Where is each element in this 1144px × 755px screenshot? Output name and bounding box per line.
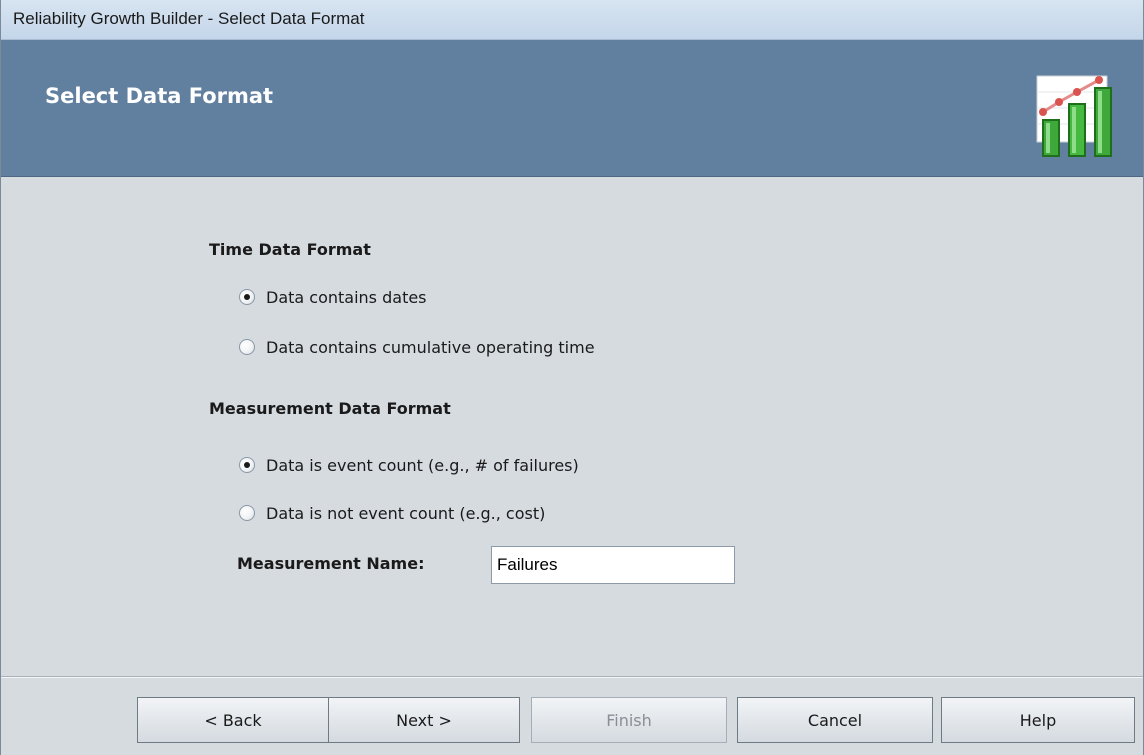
measurement-name-label: Measurement Name: (237, 554, 425, 573)
measurement-name-input[interactable] (491, 546, 735, 584)
help-button[interactable]: Help (941, 697, 1135, 743)
radio-button-checked[interactable] (239, 289, 255, 305)
radio-label: Data contains cumulative operating time (266, 337, 595, 357)
dialog-window: Reliability Growth Builder - Select Data… (0, 0, 1144, 755)
page-title: Select Data Format (45, 84, 274, 108)
radio-event-count[interactable]: Data is event count (e.g., # of failures… (239, 453, 579, 477)
radio-label: Data contains dates (266, 287, 427, 307)
radio-button[interactable] (239, 339, 255, 355)
radio-label: Data is event count (e.g., # of failures… (266, 455, 579, 475)
window-title: Reliability Growth Builder - Select Data… (13, 9, 365, 28)
finish-button[interactable]: Finish (531, 697, 727, 743)
back-button[interactable]: < Back (137, 697, 329, 743)
time-format-heading: Time Data Format (209, 240, 371, 259)
radio-button-checked[interactable] (239, 457, 255, 473)
wizard-header: Select Data Format (1, 40, 1143, 177)
measurement-format-heading: Measurement Data Format (209, 399, 451, 418)
radio-label: Data is not event count (e.g., cost) (266, 503, 546, 523)
title-bar[interactable]: Reliability Growth Builder - Select Data… (1, 0, 1143, 40)
radio-not-event-count[interactable]: Data is not event count (e.g., cost) (239, 501, 545, 525)
cancel-button[interactable]: Cancel (737, 697, 933, 743)
next-button[interactable]: Next > (328, 697, 520, 743)
radio-button[interactable] (239, 505, 255, 521)
radio-cumulative-operating-time[interactable]: Data contains cumulative operating time (239, 335, 595, 359)
growth-chart-icon (1036, 75, 1112, 157)
radio-data-contains-dates[interactable]: Data contains dates (239, 285, 427, 309)
wizard-content: Time Data Format Data contains dates Dat… (1, 177, 1143, 674)
footer-divider (1, 676, 1143, 678)
